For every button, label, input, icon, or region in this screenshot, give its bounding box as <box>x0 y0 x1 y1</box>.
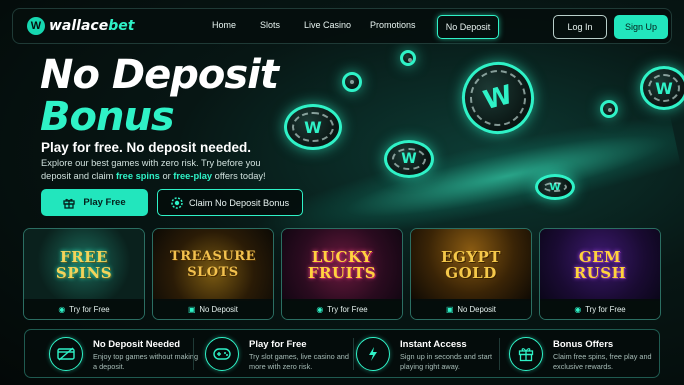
play-free-button[interactable]: Play Free <box>41 189 148 216</box>
lightning-icon <box>356 337 390 371</box>
gift-icon <box>509 337 543 371</box>
game-tag: ▣ No Deposit <box>411 299 531 319</box>
gamepad-icon <box>205 337 239 371</box>
eye-icon: ◉ <box>574 304 582 314</box>
game-tag: ◉ Try for Free <box>540 299 660 319</box>
nav-link-slots[interactable]: Slots <box>260 20 280 30</box>
game-card-treasure-slots[interactable]: TREASURE SLOTS ▣ No Deposit <box>152 228 274 320</box>
no-card-icon <box>49 337 83 371</box>
game-card-free-spins[interactable]: FREE SPINS ◉ Try for Free <box>23 228 145 320</box>
hero-subtitle: Play for free. No deposit needed. <box>41 140 252 155</box>
gift-icon <box>63 198 76 209</box>
gift-icon: ▣ <box>446 304 454 314</box>
casino-chip-decoration <box>400 50 416 66</box>
features-bar: No Deposit Needed Enjoy top games withou… <box>24 329 660 378</box>
casino-chip-decoration: W <box>384 140 434 178</box>
gift-icon: ▣ <box>188 304 196 314</box>
free-spins-highlight: free spins <box>115 171 160 181</box>
chip-icon <box>171 196 183 209</box>
game-card-egypt-gold[interactable]: EGYPT GOLD ▣ No Deposit <box>410 228 532 320</box>
game-card-gem-rush[interactable]: GEM RUSH ◉ Try for Free <box>539 228 661 320</box>
casino-chip-decoration: W <box>284 104 342 150</box>
divider <box>193 338 194 370</box>
nav-link-live-casino[interactable]: Live Casino <box>304 20 351 30</box>
brand-logo[interactable]: W wallacebet <box>27 17 134 35</box>
game-tag: ◉ Try for Free <box>282 299 402 319</box>
game-title: FREE SPINS <box>55 248 113 282</box>
game-title: TREASURE SLOTS <box>170 249 256 280</box>
divider <box>353 338 354 370</box>
game-title: GEM RUSH <box>573 248 627 282</box>
top-navbar: W wallacebet Home Slots Live Casino Prom… <box>12 8 672 44</box>
hero-description: Explore our best games with zero risk. T… <box>41 158 266 181</box>
game-title: LUCKY FRUITS <box>307 248 377 282</box>
hero-title-line1: No Deposit <box>40 52 279 98</box>
casino-chip-decoration <box>600 100 618 118</box>
eye-icon: ◉ <box>58 304 66 314</box>
game-tag: ▣ No Deposit <box>153 299 273 319</box>
logo-mark-icon: W <box>27 17 45 35</box>
game-title: EGYPT GOLD <box>441 248 501 282</box>
nav-link-no-deposit[interactable]: No Deposit <box>437 15 499 39</box>
game-tag: ◉ Try for Free <box>24 299 144 319</box>
casino-chip-decoration: W <box>535 174 575 200</box>
eye-icon: ◉ <box>316 304 324 314</box>
nav-link-home[interactable]: Home <box>212 20 236 30</box>
casino-chip-decoration <box>342 72 362 92</box>
casino-chip-decoration: W <box>640 66 684 110</box>
nav-link-promotions[interactable]: Promotions <box>370 20 416 30</box>
free-play-highlight: free-play <box>173 171 213 181</box>
game-card-lucky-fruits[interactable]: LUCKY FRUITS ◉ Try for Free <box>281 228 403 320</box>
divider <box>499 338 500 370</box>
login-button[interactable]: Log In <box>553 15 607 39</box>
signup-button[interactable]: Sign Up <box>614 15 668 39</box>
claim-bonus-button[interactable]: Claim No Deposit Bonus <box>157 189 303 216</box>
casino-chip-decoration: W <box>453 53 543 143</box>
logo-text: wallacebet <box>49 18 135 34</box>
hero-title-line2: Bonus <box>40 94 175 140</box>
